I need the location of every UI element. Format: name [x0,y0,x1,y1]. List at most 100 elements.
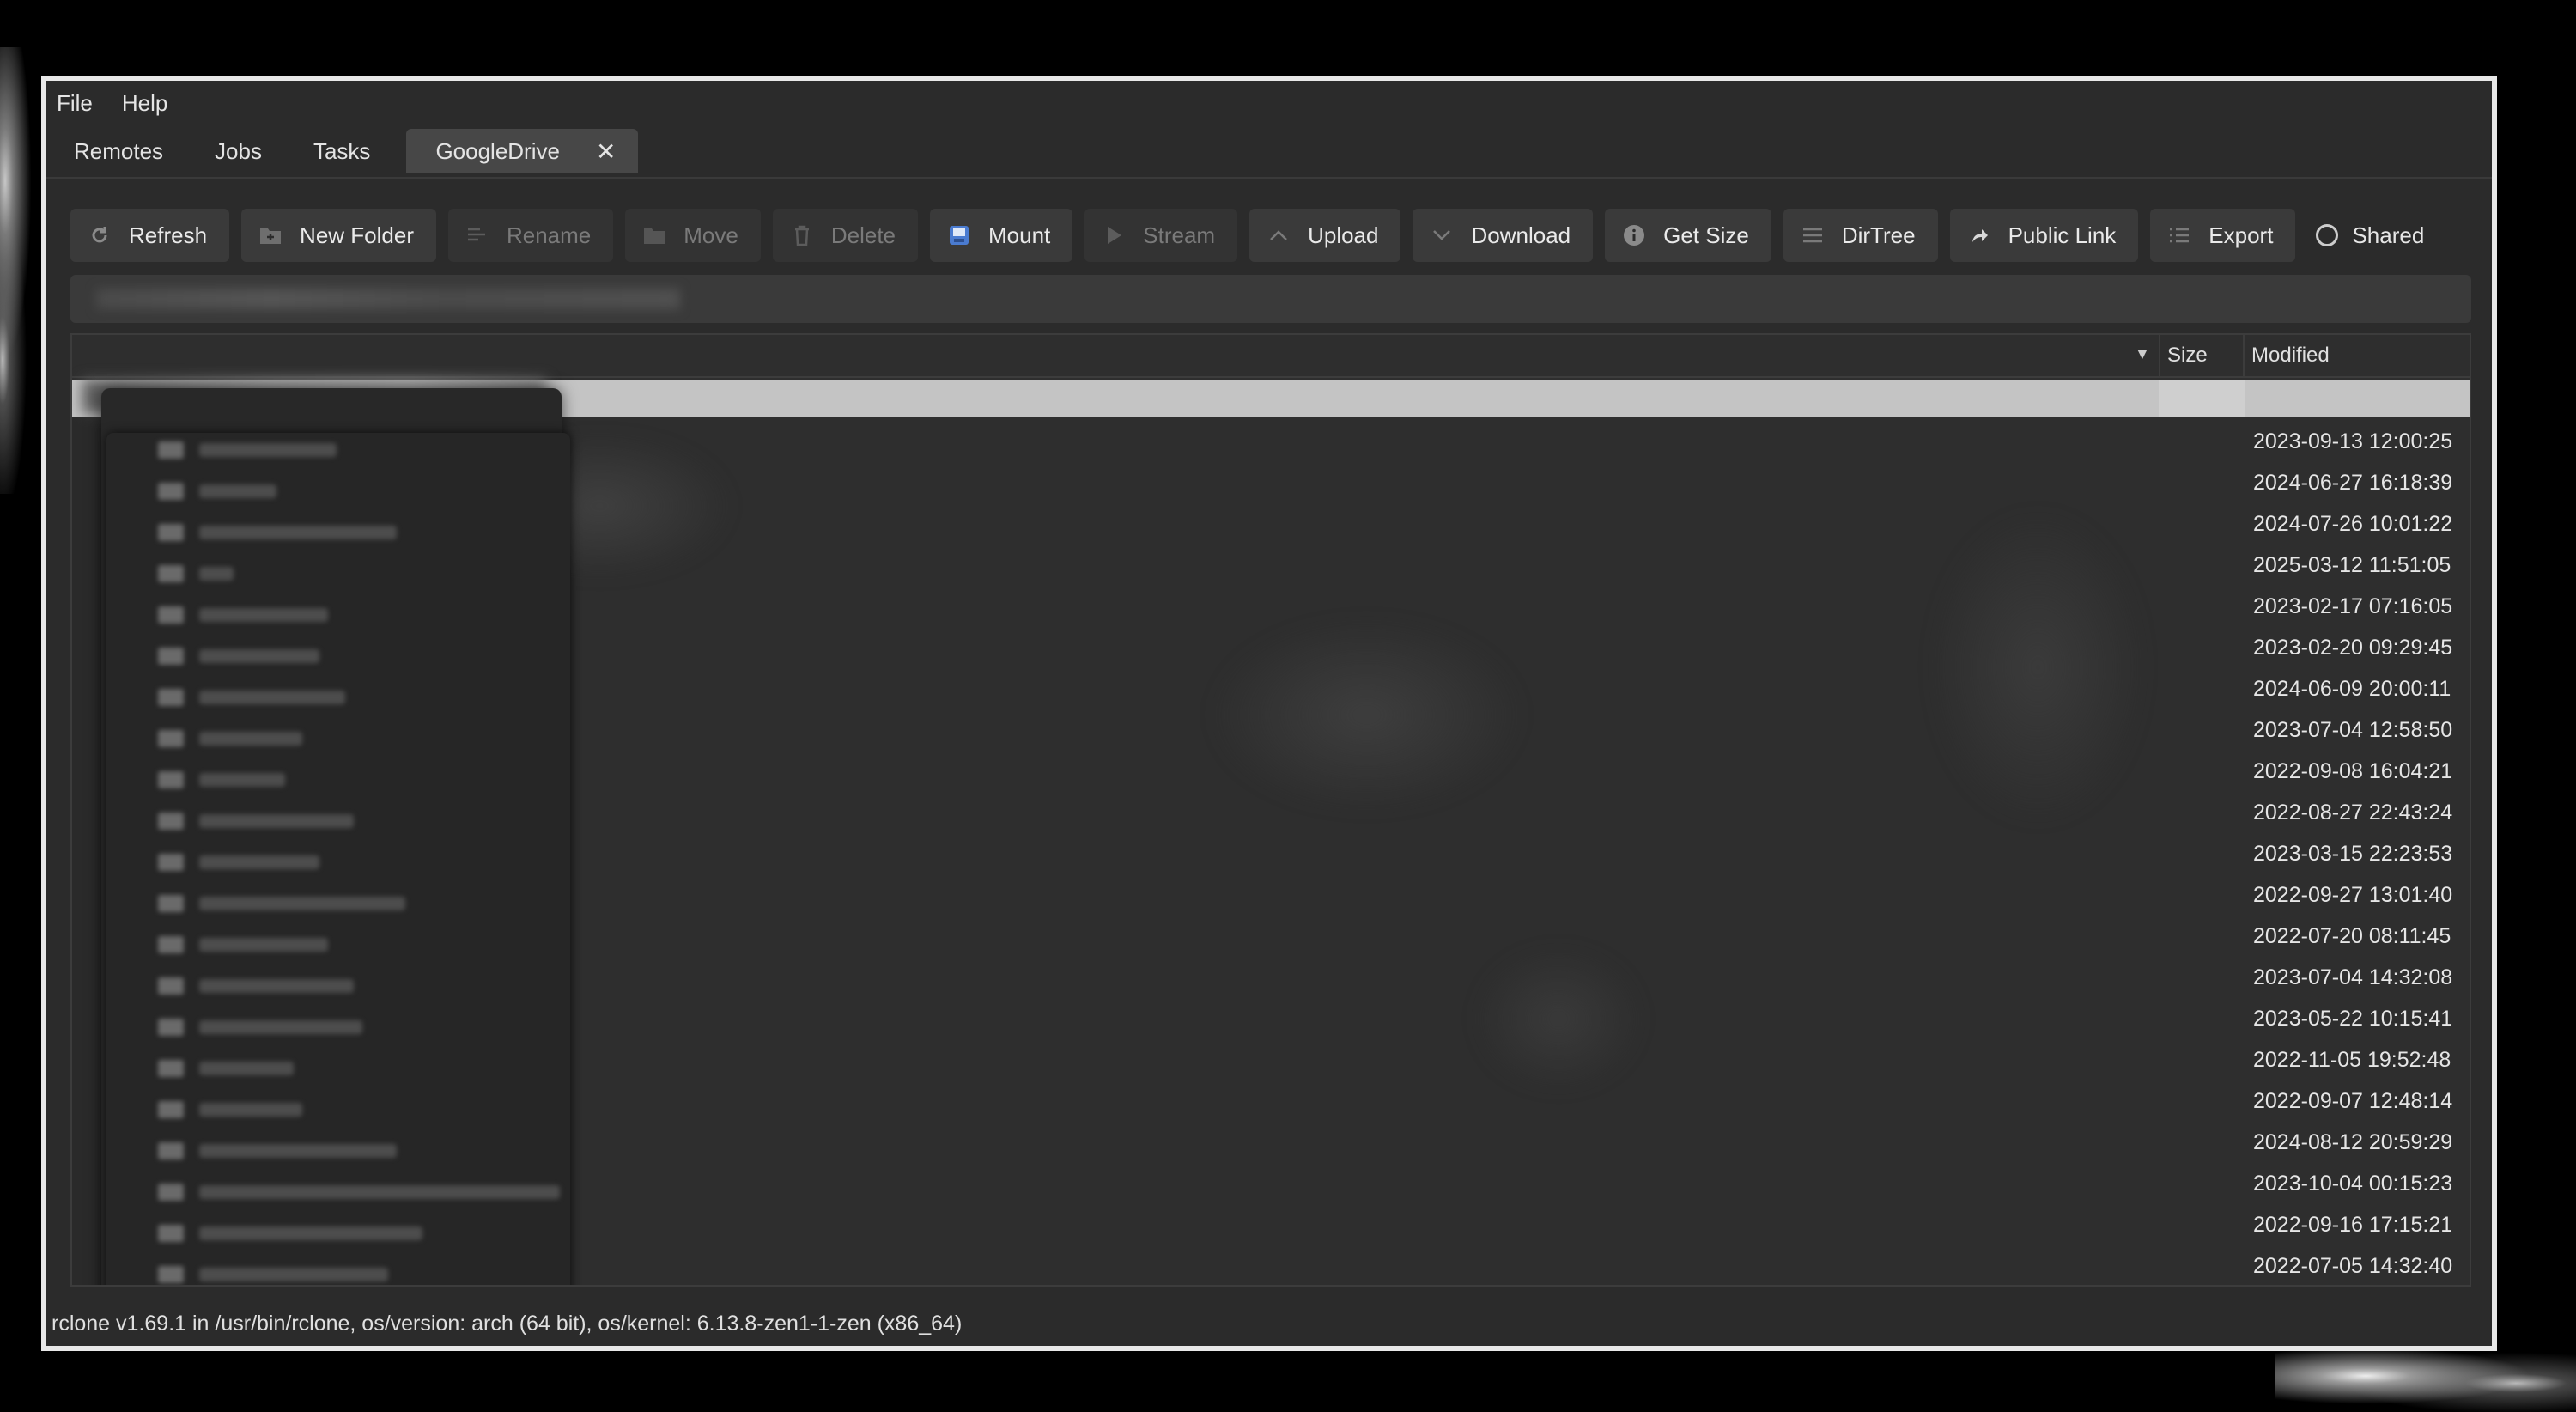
public-link-button[interactable]: Public Link [1949,209,2139,262]
folder-row [124,1089,570,1130]
modified-cell[interactable]: 2024-07-26 10:01:22 [2253,503,2452,545]
folder-icon [158,895,184,912]
blurred-label [199,814,354,828]
modified-cell[interactable]: 2022-08-27 22:43:24 [2253,792,2452,833]
modified-cell[interactable]: 2023-02-20 09:29:45 [2253,627,2452,668]
folder-icon [158,730,184,747]
blurred-label [199,526,397,539]
upload-button[interactable]: Upload [1249,209,1401,262]
folder-icon [642,223,666,247]
modified-cell[interactable]: 2022-09-16 17:15:21 [2253,1204,2452,1245]
folder-icon [158,854,184,871]
file-list[interactable]: ▼ Size Modified 2023-09-13 12:00:25 2024-… [70,333,2471,1287]
new-folder-button[interactable]: New Folder [241,209,436,262]
folder-row [124,1130,570,1172]
folder-icon [158,936,184,953]
dirtree-label: DirTree [1841,222,1916,248]
folder-icon [158,1184,184,1201]
modified-cell[interactable]: 2023-05-22 10:15:41 [2253,998,2452,1039]
blurred-label [199,691,345,704]
folder-icon [158,565,184,582]
chevron-down-icon [1430,223,1454,247]
modified-cell[interactable]: 2022-07-05 14:32:40 [2253,1245,2452,1285]
blurred-label [199,1020,362,1034]
chevron-up-icon [1267,223,1291,247]
rename-button[interactable]: Rename [447,209,614,262]
modified-cell[interactable]: 2023-02-17 07:16:05 [2253,586,2452,627]
column-header: ▼ Size Modified [72,335,2470,378]
export-button[interactable]: Export [2150,209,2296,262]
folder-icon [158,648,184,665]
list-icon [1801,223,1825,247]
tab-googledrive[interactable]: GoogleDrive ✕ [406,129,639,173]
modified-cell[interactable]: 2022-07-20 08:11:45 [2253,916,2452,957]
modified-cell[interactable]: 2023-07-04 12:58:50 [2253,709,2452,751]
blurred-label [199,608,328,622]
folder-row [124,842,570,883]
modified-cell[interactable]: 2022-09-08 16:04:21 [2253,751,2452,792]
blurred-label [199,773,285,787]
modified-cell[interactable]: 2024-08-12 20:59:29 [2253,1122,2452,1163]
status-text: rclone v1.69.1 in /usr/bin/rclone, os/ve… [52,1311,963,1336]
get-size-button[interactable]: Get Size [1605,209,1771,262]
blurred-label [199,1226,422,1240]
download-button[interactable]: Download [1413,209,1594,262]
close-icon[interactable]: ✕ [596,137,616,166]
refresh-button[interactable]: Refresh [70,209,230,262]
folder-icon [158,813,184,830]
modified-cell[interactable]: 2024-06-09 20:00:11 [2253,668,2452,709]
get-size-label: Get Size [1663,222,1749,248]
refresh-label: Refresh [129,222,208,248]
modified-cell[interactable]: 2022-09-07 12:48:14 [2253,1080,2452,1122]
modified-cell[interactable]: 2022-09-27 13:01:40 [2253,874,2452,916]
tab-jobs[interactable]: Jobs [189,129,288,173]
blurred-label [199,732,302,746]
move-label: Move [683,222,738,248]
blurred-path [96,289,680,309]
blurred-label [199,1144,397,1158]
folder-row [124,677,570,718]
modified-cell[interactable]: 2022-11-05 19:52:48 [2253,1039,2452,1080]
menu-help[interactable]: Help [122,90,167,117]
tab-label: GoogleDrive [435,137,560,164]
folder-icon [158,1019,184,1036]
delete-button[interactable]: Delete [772,209,918,262]
rename-icon [465,223,489,247]
folder-icon [158,524,184,541]
folder-row [124,883,570,924]
modified-cell[interactable]: 2023-03-15 22:23:53 [2253,833,2452,874]
modified-cell[interactable]: 2023-10-04 00:15:23 [2253,1163,2452,1204]
folder-icon [158,606,184,624]
tab-tasks[interactable]: Tasks [288,129,396,173]
export-label: Export [2208,222,2274,248]
path-field[interactable] [70,275,2471,323]
modified-cell[interactable]: 2025-03-12 11:51:05 [2253,545,2452,586]
app-window: File Help Remotes Jobs Tasks GoogleDrive… [41,76,2497,1351]
move-button[interactable]: Move [625,209,761,262]
blurred-label [199,484,276,498]
folder-row [124,800,570,842]
folder-row [124,512,570,553]
stream-button[interactable]: Stream [1084,209,1238,262]
modified-cell[interactable]: 2023-07-04 14:32:08 [2253,957,2452,998]
folder-icon [158,689,184,706]
modified-column-header[interactable]: Modified [2243,335,2470,376]
blurred-label [199,1062,294,1075]
blurred-label [199,938,328,952]
blurred-label [199,567,234,581]
sort-down-icon[interactable]: ▼ [2135,345,2150,363]
menu-file[interactable]: File [57,90,93,117]
folder-row [124,1048,570,1089]
dirtree-button[interactable]: DirTree [1783,209,1938,262]
size-column-header[interactable]: Size [2159,335,2250,376]
shared-radio[interactable]: Shared [2316,222,2424,249]
modified-cell[interactable]: 2024-06-27 16:18:39 [2253,462,2452,503]
folder-row [124,1172,570,1213]
folder-row [124,1007,570,1048]
mount-button[interactable]: Mount [930,209,1073,262]
drive-icon [947,223,971,247]
folder-row [124,965,570,1007]
blurred-label [199,649,319,663]
tab-remotes[interactable]: Remotes [70,129,189,173]
modified-cell[interactable]: 2023-09-13 12:00:25 [2253,421,2452,462]
